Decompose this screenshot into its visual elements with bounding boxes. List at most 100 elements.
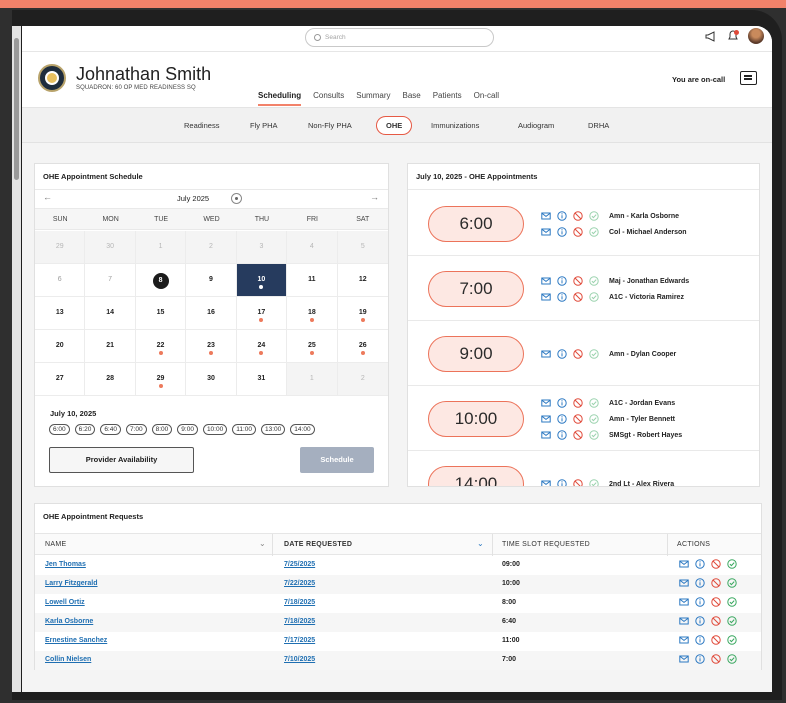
calendar-day[interactable]: 26 — [337, 330, 388, 363]
user-avatar[interactable] — [748, 28, 764, 44]
tab-consults[interactable]: Consults — [313, 91, 344, 106]
subtab-drha[interactable]: DRHA — [588, 121, 609, 130]
email-icon[interactable] — [541, 276, 551, 286]
tab-patients[interactable]: Patients — [433, 91, 462, 106]
approve-icon[interactable] — [589, 349, 599, 359]
calendar-day[interactable]: 7 — [85, 264, 136, 297]
calendar-day[interactable]: 28 — [85, 363, 136, 396]
calendar-day[interactable]: 3 — [236, 231, 288, 264]
approve-icon[interactable] — [727, 559, 737, 569]
month-picker-icon[interactable] — [231, 193, 242, 204]
info-icon[interactable] — [557, 349, 567, 359]
appointment-time-pill[interactable]: 10:00 — [428, 401, 524, 437]
calendar-day[interactable]: 31 — [236, 363, 288, 396]
tab-on-call[interactable]: On-call — [474, 91, 499, 106]
cancel-icon[interactable] — [573, 414, 583, 424]
approve-icon[interactable] — [589, 430, 599, 440]
approve-icon[interactable] — [589, 398, 599, 408]
date-requested-link[interactable]: 7/10/2025 — [284, 656, 315, 663]
requester-name-link[interactable]: Larry Fitzgerald — [45, 580, 98, 587]
cancel-icon[interactable] — [711, 654, 721, 664]
info-icon[interactable] — [695, 578, 705, 588]
calendar-day[interactable]: 1 — [135, 231, 187, 264]
date-requested-link[interactable]: 7/22/2025 — [284, 580, 315, 587]
email-icon[interactable] — [679, 597, 689, 607]
calendar-day[interactable]: 2 — [337, 363, 388, 396]
calendar-day[interactable]: 29 — [135, 363, 187, 396]
info-icon[interactable] — [695, 616, 705, 626]
calendar-day[interactable]: 11 — [287, 264, 338, 297]
cancel-icon[interactable] — [573, 276, 583, 286]
bell-alert-icon[interactable] — [726, 29, 740, 43]
calendar-day[interactable]: 19 — [337, 297, 388, 330]
calendar-day[interactable]: 9 — [186, 264, 237, 297]
approve-icon[interactable] — [589, 276, 599, 286]
appointment-time-pill[interactable]: 6:00 — [428, 206, 524, 242]
date-requested-link[interactable]: 7/18/2025 — [284, 618, 315, 625]
calendar-day[interactable]: 12 — [337, 264, 388, 297]
email-icon[interactable] — [541, 349, 551, 359]
cancel-icon[interactable] — [573, 227, 583, 237]
calendar-day[interactable]: 6 — [35, 264, 86, 297]
time-slot-chip[interactable]: 6:20 — [74, 424, 96, 435]
calendar-day[interactable]: 8 — [135, 264, 187, 297]
info-icon[interactable] — [695, 635, 705, 645]
subtab-non-fly-pha[interactable]: Non-Fly PHA — [308, 121, 352, 130]
subtab-fly-pha[interactable]: Fly PHA — [250, 121, 278, 130]
info-icon[interactable] — [557, 430, 567, 440]
cancel-icon[interactable] — [711, 559, 721, 569]
calendar-day[interactable]: 21 — [85, 330, 136, 363]
calendar-day[interactable]: 29 — [35, 231, 86, 264]
requester-name-link[interactable]: Collin Nielsen — [45, 656, 91, 663]
name-sort-chevron-icon[interactable]: ⌄ — [259, 539, 266, 548]
email-icon[interactable] — [541, 227, 551, 237]
calendar-day[interactable]: 30 — [186, 363, 237, 396]
cancel-icon[interactable] — [573, 211, 583, 221]
calendar-day[interactable]: 20 — [35, 330, 86, 363]
email-icon[interactable] — [541, 211, 551, 221]
info-icon[interactable] — [557, 398, 567, 408]
email-icon[interactable] — [541, 398, 551, 408]
calendar-day[interactable]: 2 — [186, 231, 237, 264]
appointment-time-pill[interactable]: 9:00 — [428, 336, 524, 372]
calendar-day[interactable]: 15 — [135, 297, 187, 330]
calendar-day[interactable]: 18 — [287, 297, 338, 330]
email-icon[interactable] — [541, 479, 551, 487]
time-slot-chip[interactable]: 7:00 — [125, 424, 147, 435]
time-slot-chip[interactable]: 14:00 — [290, 424, 315, 435]
oncall-schedule-icon[interactable] — [740, 71, 757, 85]
calendar-day[interactable]: 4 — [287, 231, 338, 264]
info-icon[interactable] — [695, 597, 705, 607]
calendar-day[interactable]: 16 — [186, 297, 237, 330]
calendar-day[interactable]: 25 — [287, 330, 338, 363]
cancel-icon[interactable] — [711, 578, 721, 588]
info-icon[interactable] — [695, 654, 705, 664]
approve-icon[interactable] — [589, 479, 599, 487]
date-requested-link[interactable]: 7/25/2025 — [284, 561, 315, 568]
calendar-day[interactable]: 13 — [35, 297, 86, 330]
calendar-day[interactable]: 24 — [236, 330, 288, 363]
info-icon[interactable] — [557, 479, 567, 487]
calendar-day[interactable]: 17 — [236, 297, 288, 330]
calendar-day[interactable]: 30 — [85, 231, 136, 264]
requester-name-link[interactable]: Jen Thomas — [45, 561, 86, 568]
time-slot-chip[interactable]: 10:00 — [202, 424, 228, 435]
approve-icon[interactable] — [727, 616, 737, 626]
time-slot-chip[interactable]: 6:40 — [100, 424, 121, 435]
col-date[interactable]: DATE REQUESTED — [284, 541, 352, 548]
approve-icon[interactable] — [727, 578, 737, 588]
tab-base[interactable]: Base — [402, 91, 420, 106]
cancel-icon[interactable] — [711, 616, 721, 626]
email-icon[interactable] — [541, 292, 551, 302]
provider-availability-button[interactable]: Provider Availability — [49, 447, 194, 473]
calendar-day[interactable]: 23 — [186, 330, 237, 363]
email-icon[interactable] — [541, 430, 551, 440]
col-slot[interactable]: TIME SLOT REQUESTED — [502, 541, 590, 548]
email-icon[interactable] — [541, 414, 551, 424]
cancel-icon[interactable] — [573, 479, 583, 487]
tab-summary[interactable]: Summary — [356, 91, 390, 106]
date-sort-chevron-icon[interactable]: ⌄ — [477, 539, 484, 548]
calendar-day[interactable]: 27 — [35, 363, 86, 396]
approve-icon[interactable] — [727, 635, 737, 645]
cancel-icon[interactable] — [573, 349, 583, 359]
